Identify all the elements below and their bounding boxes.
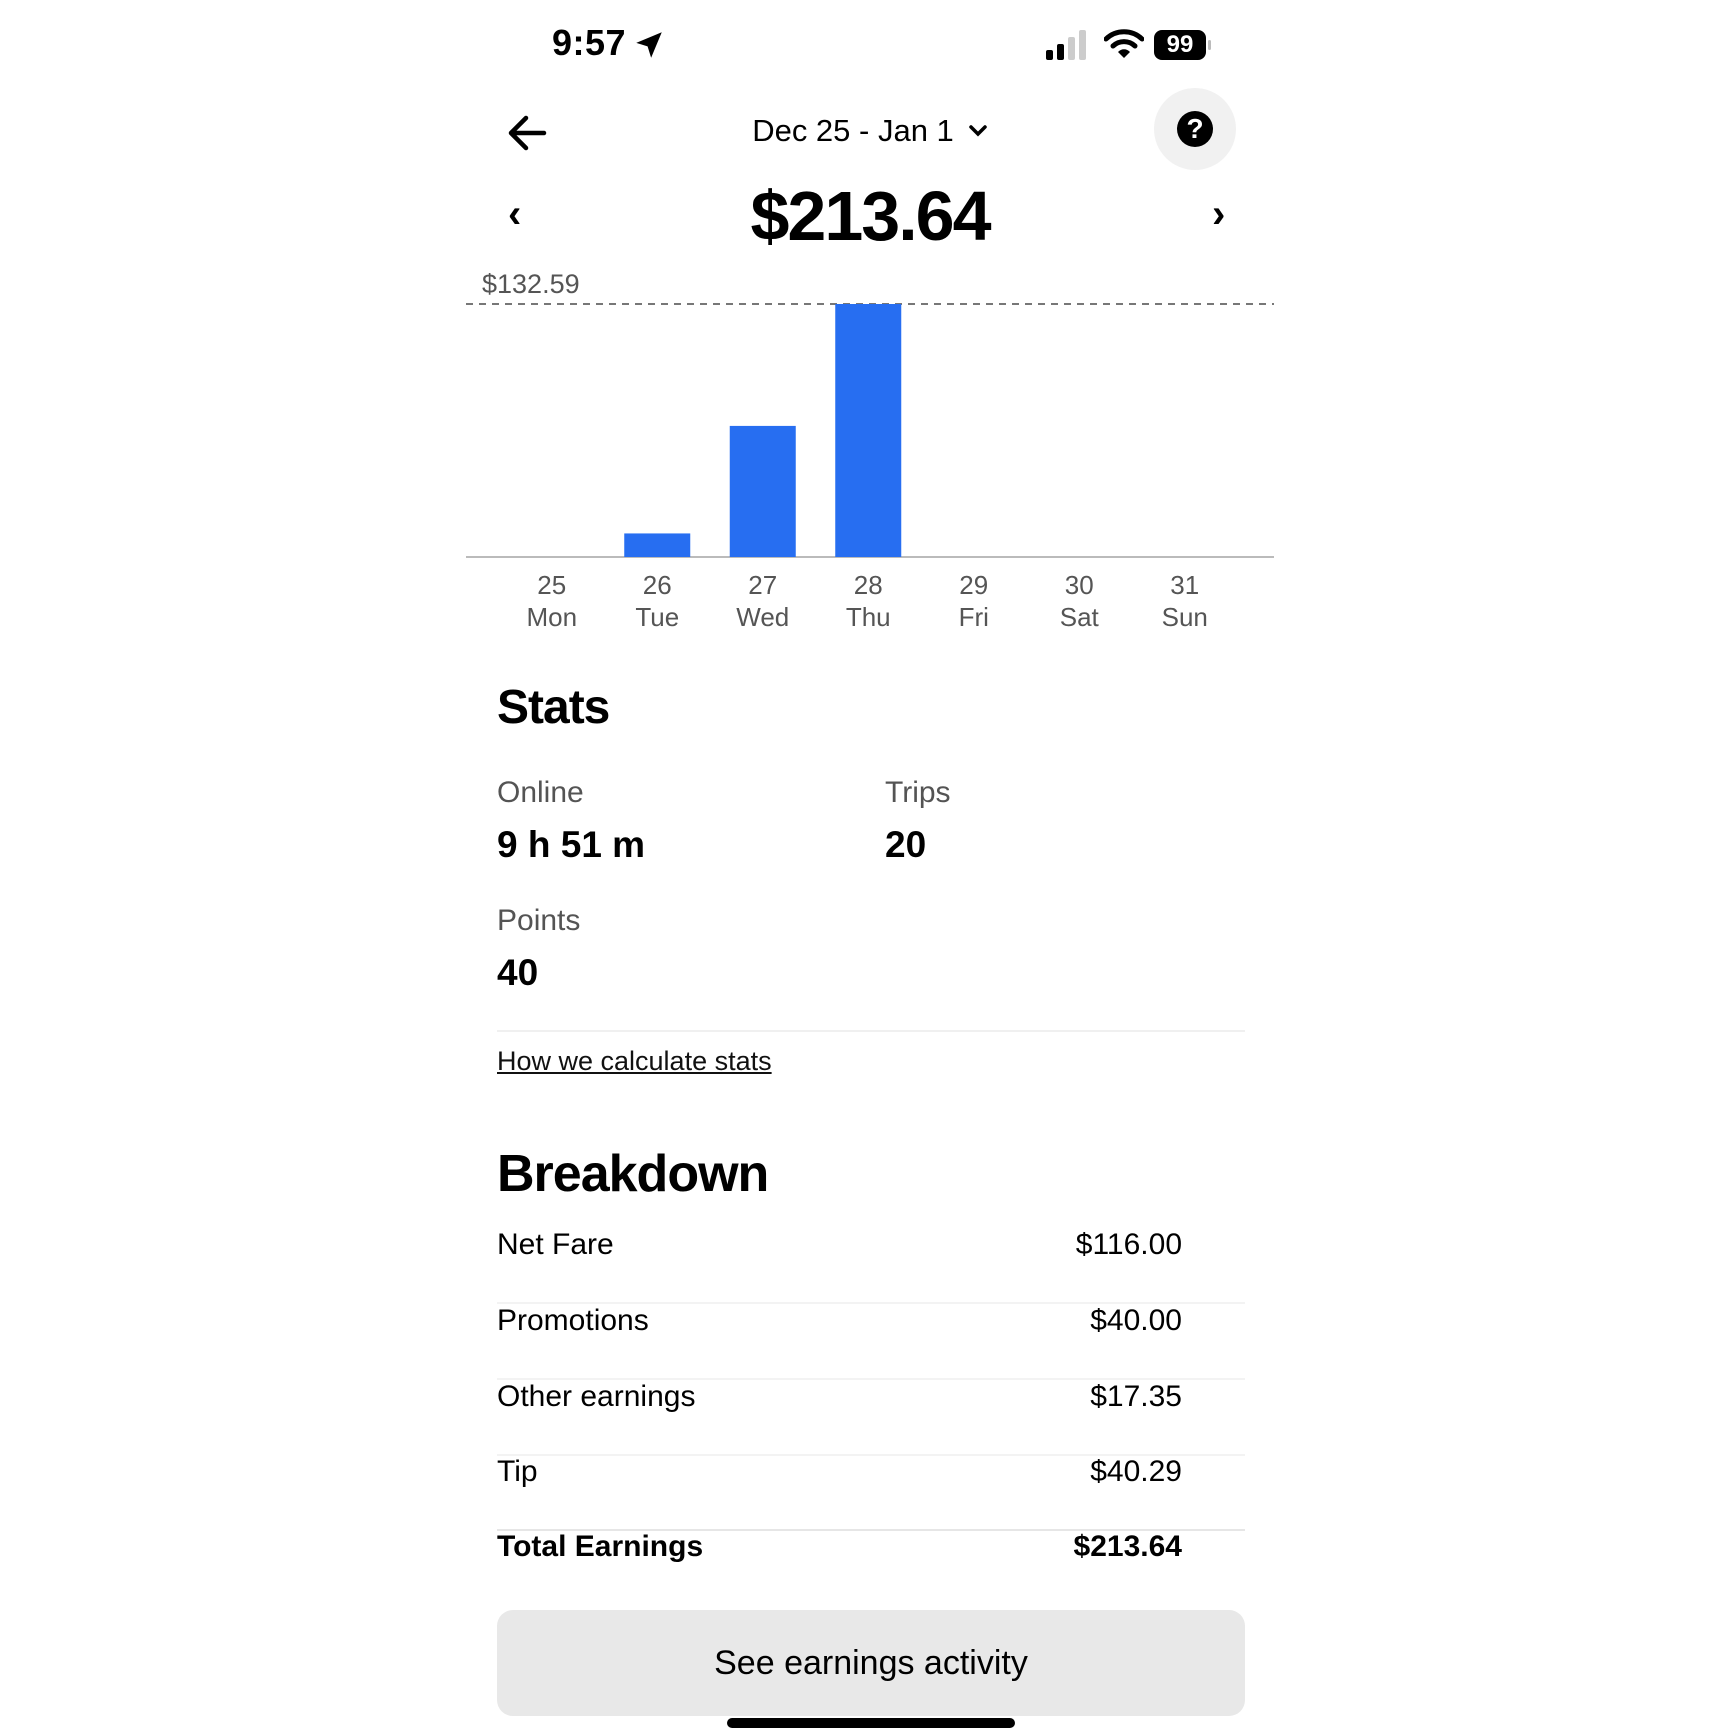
row-label: Net Fare [497, 1228, 614, 1261]
breakdown-row-net-fare: Net Fare $116.00 [497, 1228, 1245, 1304]
online-value: 9 h 51 m [497, 824, 646, 865]
tick-weekday-label: Sat [1060, 602, 1100, 632]
divider [497, 1030, 1245, 1032]
row-label: Other earnings [497, 1380, 696, 1413]
breakdown-row-other-earnings: Other earnings $17.35 [497, 1380, 1245, 1456]
battery-icon: 99 [1154, 30, 1212, 62]
row-label: Tip [497, 1455, 538, 1488]
tick-weekday-label: Wed [736, 602, 789, 632]
row-amount: $40.00 [1090, 1304, 1182, 1337]
total-earnings-amount: $213.64 [750, 177, 991, 255]
date-range-label: Dec 25 - Jan 1 [752, 113, 954, 148]
row-label: Total Earnings [497, 1530, 704, 1563]
date-range-dropdown[interactable]: Dec 25 - Jan 1 [740, 108, 1000, 154]
bar-26[interactable] [624, 533, 691, 557]
tick-day-label: 31 [1170, 570, 1199, 600]
points-value: 40 [497, 952, 539, 993]
chevron-down-icon [969, 125, 987, 137]
bar-28[interactable] [835, 304, 902, 557]
wifi-icon [1104, 29, 1144, 58]
row-label: Promotions [497, 1304, 649, 1337]
row-amount: $116.00 [1075, 1228, 1182, 1261]
bar-27[interactable] [729, 425, 796, 557]
points-label: Points [497, 904, 581, 937]
tick-day-label: 25 [537, 570, 566, 600]
trips-label: Trips [885, 776, 951, 809]
breakdown-row-tip: Tip $40.29 [497, 1455, 1245, 1531]
tick-weekday-label: Fri [959, 602, 989, 632]
row-amount: $40.29 [1090, 1455, 1182, 1488]
tick-weekday-label: Tue [635, 602, 679, 632]
battery-level: 99 [1154, 30, 1206, 60]
tick-day-label: 29 [959, 570, 988, 600]
previous-week-button[interactable]: ‹ [508, 192, 521, 237]
help-button[interactable]: ? [1154, 88, 1236, 170]
tick-day-label: 27 [748, 570, 777, 600]
breakdown-row-promotions: Promotions $40.00 [497, 1304, 1245, 1380]
cellular-signal-icon [1046, 30, 1086, 60]
tick-weekday-label: Thu [846, 602, 891, 632]
status-time: 9:57 [552, 22, 627, 63]
online-label: Online [497, 776, 584, 809]
earnings-bar-chart: $132.59 25Mon 26Tue 27Wed 28Thu 29Fri 30Sat 31… [466, 269, 1274, 632]
how-we-calculate-stats-link[interactable]: How we calculate stats [497, 1046, 772, 1077]
tick-day-label: 26 [643, 570, 672, 600]
breakdown-row-total: Total Earnings $213.64 [497, 1530, 1245, 1606]
tick-weekday-label: Mon [526, 602, 577, 632]
tick-weekday-label: Sun [1162, 602, 1208, 632]
location-arrow-icon [636, 32, 662, 58]
tick-day-label: 28 [854, 570, 883, 600]
breakdown-heading: Breakdown [497, 1145, 769, 1203]
row-amount: $17.35 [1090, 1380, 1182, 1413]
tick-day-label: 30 [1065, 570, 1094, 600]
back-arrow-icon[interactable] [504, 110, 550, 156]
next-week-button[interactable]: › [1212, 192, 1225, 237]
question-icon: ? [1177, 111, 1213, 147]
see-earnings-activity-button[interactable]: See earnings activity [497, 1610, 1245, 1716]
row-amount: $213.64 [1073, 1530, 1182, 1563]
reference-line-label: $132.59 [482, 269, 580, 299]
stats-heading: Stats [497, 681, 610, 734]
home-indicator [727, 1718, 1015, 1728]
trips-value: 20 [885, 824, 927, 865]
